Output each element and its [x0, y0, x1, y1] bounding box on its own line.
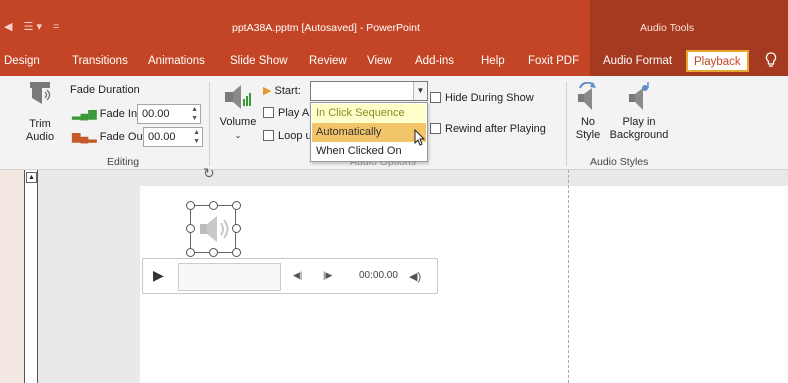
mouse-cursor-icon	[414, 128, 426, 150]
start-select[interactable]: ▼	[310, 81, 428, 101]
fade-in-value: 00.00	[142, 108, 170, 120]
audio-player: ▶ ◀| |▶ 00:00.00 ◀)	[142, 258, 438, 294]
resize-handle[interactable]	[232, 248, 241, 257]
resize-handle[interactable]	[186, 201, 195, 210]
editing-group-label: Editing	[107, 156, 140, 168]
fade-out-value: 00.00	[148, 131, 176, 143]
seek-bar[interactable]	[178, 263, 281, 291]
lightbulb-icon[interactable]	[765, 52, 777, 71]
ribbon-tabs: Design Transitions Animations Slide Show…	[0, 44, 788, 76]
loop-checkbox[interactable]: Loop u	[263, 130, 312, 142]
play-in-background-button[interactable]: Play in Background	[606, 82, 672, 142]
ribbon-body: Trim Audio Fade Duration ▂▄▆ Fade In: 00…	[0, 76, 788, 170]
quick-access-toolbar: ◀ ☰ ▾ =	[4, 20, 67, 33]
trim-audio-label: Trim Audio	[25, 118, 55, 143]
skip-forward-icon[interactable]: |▶	[323, 270, 332, 281]
play-across-label: Play A	[278, 107, 310, 119]
volume-icon	[218, 84, 258, 116]
resize-handle[interactable]	[232, 201, 241, 210]
trim-audio-icon	[22, 82, 58, 118]
checkbox-icon[interactable]	[263, 130, 274, 141]
fade-out-row: ▆▄▂ Fade Out:	[72, 130, 149, 143]
loop-label: Loop u	[278, 130, 312, 142]
back-icon[interactable]: ◀	[4, 20, 12, 33]
spinner-arrows-icon[interactable]: ▲ ▼	[193, 128, 200, 146]
hide-during-show-checkbox[interactable]: Hide During Show	[430, 92, 534, 104]
scroll-up-icon[interactable]: ▲	[26, 172, 37, 183]
tab-foxit-pdf[interactable]: Foxit PDF	[528, 55, 579, 67]
volume-icon[interactable]: ◀)	[409, 270, 421, 283]
checkbox-icon[interactable]	[263, 107, 274, 118]
tab-view[interactable]: View	[367, 55, 392, 67]
title-bar: ◀ ☰ ▾ = pptA38A.pptm [Autosaved] - Power…	[0, 0, 788, 44]
start-label-row: ▶ Start:	[263, 84, 301, 97]
hide-during-show-label: Hide During Show	[445, 92, 534, 104]
thumbnail-pane	[0, 170, 24, 383]
checkbox-icon[interactable]	[430, 92, 441, 103]
tab-transitions[interactable]: Transitions	[72, 55, 128, 67]
start-label: Start:	[274, 85, 301, 97]
fade-duration-label: Fade Duration	[70, 84, 140, 96]
resize-handle[interactable]	[186, 248, 195, 257]
checkbox-icon[interactable]	[430, 123, 441, 134]
no-style-icon	[574, 81, 602, 116]
tab-review[interactable]: Review	[309, 55, 347, 67]
fade-in-label: Fade In:	[99, 108, 141, 120]
resize-handle[interactable]	[186, 224, 195, 233]
play-in-background-icon	[606, 82, 672, 116]
volume-label: Volume	[219, 116, 257, 128]
play-in-background-label: Play in Background	[609, 116, 669, 141]
no-style-label: No Style	[575, 116, 601, 141]
fade-in-icon: ▂▄▆	[72, 108, 97, 120]
volume-button[interactable]: Volume ⌄	[218, 84, 258, 142]
no-style-button[interactable]: No Style	[574, 81, 602, 142]
play-icon[interactable]: ▶	[153, 267, 164, 284]
tab-animations[interactable]: Animations	[148, 55, 205, 67]
chevron-down-icon[interactable]: ▼	[413, 82, 427, 100]
audio-object[interactable]	[190, 205, 236, 253]
fade-in-row: ▂▄▆ Fade In:	[72, 107, 140, 120]
rewind-after-playing-checkbox[interactable]: Rewind after Playing	[430, 123, 546, 135]
speaker-icon	[197, 212, 231, 249]
tab-help[interactable]: Help	[481, 55, 505, 67]
touch-mode-icon[interactable]: ☰ ▾	[24, 20, 42, 33]
spinner-arrows-icon[interactable]: ▲ ▼	[191, 105, 198, 123]
play-across-slides-checkbox[interactable]: Play A	[263, 107, 309, 119]
tab-audio-format[interactable]: Audio Format	[603, 55, 672, 67]
option-in-click-sequence[interactable]: In Click Sequence	[312, 104, 426, 123]
fade-out-icon: ▆▄▂	[72, 131, 97, 143]
chevron-down-icon: ⌄	[234, 131, 242, 140]
tab-design[interactable]: Design	[4, 55, 40, 67]
option-automatically[interactable]: Automatically	[312, 123, 426, 142]
rotate-handle-icon[interactable]: ↻	[203, 165, 215, 182]
fade-in-spinner[interactable]: 00.00 ▲ ▼	[137, 104, 201, 124]
trim-audio-button[interactable]: Trim Audio	[22, 82, 58, 144]
smart-guide	[568, 170, 569, 383]
resize-handle[interactable]	[209, 201, 218, 210]
audio-tools-label: Audio Tools	[640, 22, 695, 34]
resize-handle[interactable]	[232, 224, 241, 233]
option-when-clicked-on[interactable]: When Clicked On	[312, 142, 426, 161]
fade-out-label: Fade Out:	[99, 131, 149, 143]
fade-out-spinner[interactable]: 00.00 ▲ ▼	[143, 127, 203, 147]
document-title: pptA38A.pptm [Autosaved] - PowerPoint	[232, 22, 420, 34]
tab-playback[interactable]: Playback	[686, 50, 749, 72]
thumbnail-scrollbar[interactable]: ▲	[24, 170, 38, 383]
start-dropdown-list: In Click Sequence Automatically When Cli…	[310, 102, 428, 162]
playback-time: 00:00.00	[359, 270, 398, 281]
audio-styles-group-label: Audio Styles	[590, 156, 649, 168]
rewind-label: Rewind after Playing	[445, 123, 546, 135]
start-icon: ▶	[263, 85, 272, 97]
customize-qat-icon[interactable]: =	[53, 21, 59, 33]
tab-add-ins[interactable]: Add-ins	[415, 55, 454, 67]
group-divider	[209, 82, 210, 166]
tab-slide-show[interactable]: Slide Show	[230, 55, 288, 67]
group-divider	[566, 82, 567, 166]
resize-handle[interactable]	[209, 248, 218, 257]
skip-back-icon[interactable]: ◀|	[293, 270, 302, 281]
